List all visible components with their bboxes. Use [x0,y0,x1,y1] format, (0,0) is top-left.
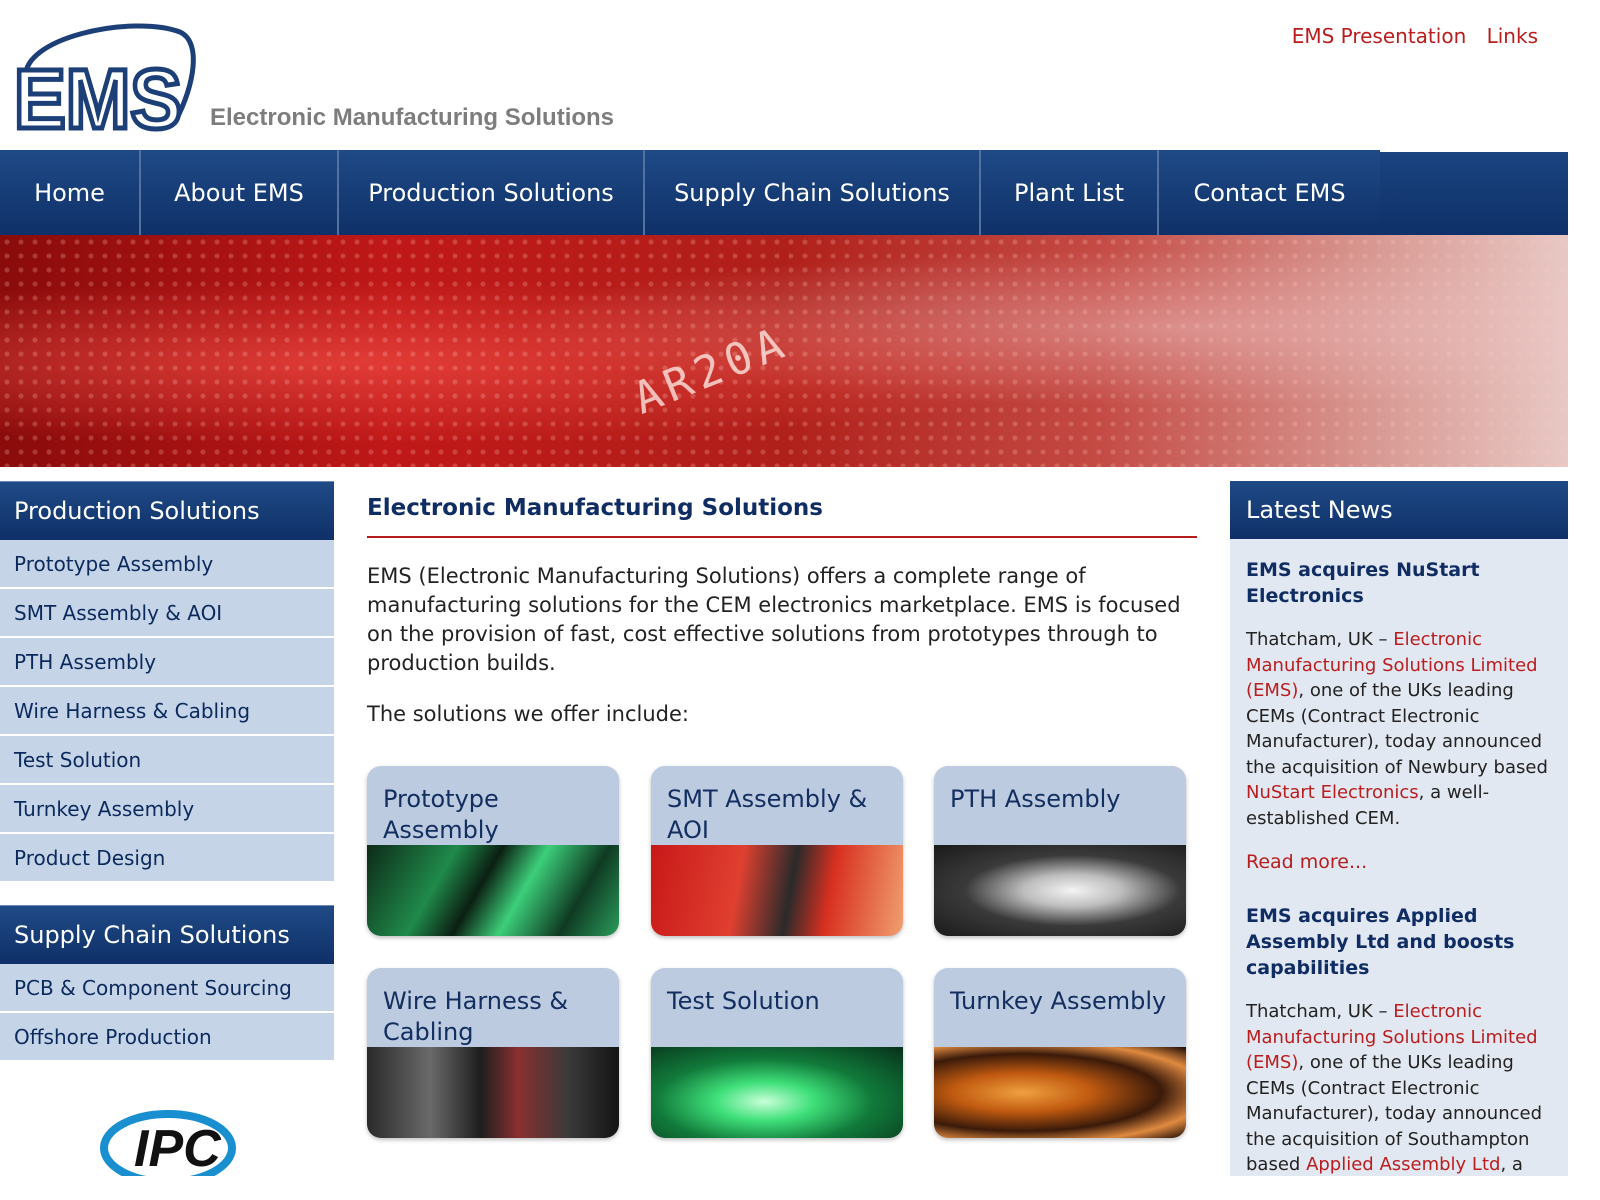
news-text: Thatcham, UK – [1246,629,1394,650]
nav-supply-chain-solutions[interactable]: Supply Chain Solutions [645,150,981,235]
tile-title: Prototype Assembly [383,785,499,844]
tile-test-solution[interactable]: Test Solution [651,968,903,1138]
circuit-board-image [367,845,619,936]
coil-image [934,1047,1186,1138]
svg-text:IPC: IPC [134,1120,222,1176]
tile-title: SMT Assembly & AOI [667,785,868,844]
tile-wire-harness[interactable]: Wire Harness & Cabling [367,968,619,1138]
nav-home[interactable]: Home [0,150,141,235]
nustart-link[interactable]: NuStart Electronics [1246,782,1419,803]
sidebar-heading-production[interactable]: Production Solutions [0,481,334,540]
led-component-image [934,845,1186,936]
tile-title: PTH Assembly [950,785,1121,813]
wire-harness-image [367,1047,619,1138]
main-content: Electronic Manufacturing Solutions EMS (… [367,490,1197,1138]
sidebar-item-pth-assembly[interactable]: PTH Assembly [0,638,334,687]
hero-banner: AR20A [0,235,1568,467]
tile-smt-assembly[interactable]: SMT Assembly & AOI [651,766,903,936]
site-header: EMS Electronic Manufacturing Solutions E… [0,0,1568,150]
top-links: EMS Presentation Links [1278,24,1538,48]
tile-title: Test Solution [667,987,820,1015]
news-summary: Thatcham, UK – Electronic Manufacturing … [1246,999,1552,1178]
nav-plant-list[interactable]: Plant List [981,150,1159,235]
news-title[interactable]: EMS acquires Applied Assembly Ltd and bo… [1246,903,1552,981]
sidebar-heading-supply-chain[interactable]: Supply Chain Solutions [0,905,334,964]
news-text: Thatcham, UK – [1246,1001,1394,1022]
main-nav: Home About EMS Production Solutions Supp… [0,150,1568,235]
links-link[interactable]: Links [1487,24,1538,48]
ems-presentation-link[interactable]: EMS Presentation [1292,24,1467,48]
tile-title: Wire Harness & Cabling [383,987,569,1046]
left-sidebar: Production Solutions Prototype Assembly … [0,481,334,1062]
tile-prototype-assembly[interactable]: Prototype Assembly [367,766,619,936]
news-title[interactable]: EMS acquires NuStart Electronics [1246,557,1552,609]
applied-assembly-link[interactable]: Applied Assembly Ltd [1306,1154,1500,1175]
intro-paragraph: EMS (Electronic Manufacturing Solutions)… [367,564,1181,675]
sidebar-item-smt-assembly[interactable]: SMT Assembly & AOI [0,589,334,638]
site-tagline: Electronic Manufacturing Solutions [210,104,615,131]
nav-contact-ems[interactable]: Contact EMS [1159,150,1382,235]
offer-intro: The solutions we offer include: [367,702,689,726]
sidebar-item-turnkey-assembly[interactable]: Turnkey Assembly [0,785,334,834]
test-board-image [651,1047,903,1138]
tile-pth-assembly[interactable]: PTH Assembly [934,766,1186,936]
nav-about-ems[interactable]: About EMS [141,150,339,235]
news-text: , a [1500,1154,1523,1175]
svg-text:EMS: EMS [14,52,182,138]
sidebar-item-product-design[interactable]: Product Design [0,834,334,883]
page-title: Electronic Manufacturing Solutions [367,490,1197,538]
nav-filler [1380,150,1568,235]
nav-production-solutions[interactable]: Production Solutions [339,150,645,235]
news-heading: Latest News [1230,481,1568,539]
smt-components-image [651,845,903,936]
sidebar-item-test-solution[interactable]: Test Solution [0,736,334,785]
sidebar-item-wire-harness[interactable]: Wire Harness & Cabling [0,687,334,736]
tile-title: Turnkey Assembly [950,987,1167,1015]
ipc-logo[interactable]: IPC [100,1104,240,1176]
sidebar-item-pcb-sourcing[interactable]: PCB & Component Sourcing [0,964,334,1013]
latest-news-panel: Latest News EMS acquires NuStart Electro… [1230,481,1568,1176]
news-summary: Thatcham, UK – Electronic Manufacturing … [1246,627,1552,831]
tile-turnkey-assembly[interactable]: Turnkey Assembly [934,968,1186,1138]
sidebar-item-prototype-assembly[interactable]: Prototype Assembly [0,540,334,589]
sidebar-item-offshore-production[interactable]: Offshore Production [0,1013,334,1062]
read-more-link[interactable]: Read more... [1246,851,1552,873]
ems-logo[interactable]: EMS [12,20,198,138]
